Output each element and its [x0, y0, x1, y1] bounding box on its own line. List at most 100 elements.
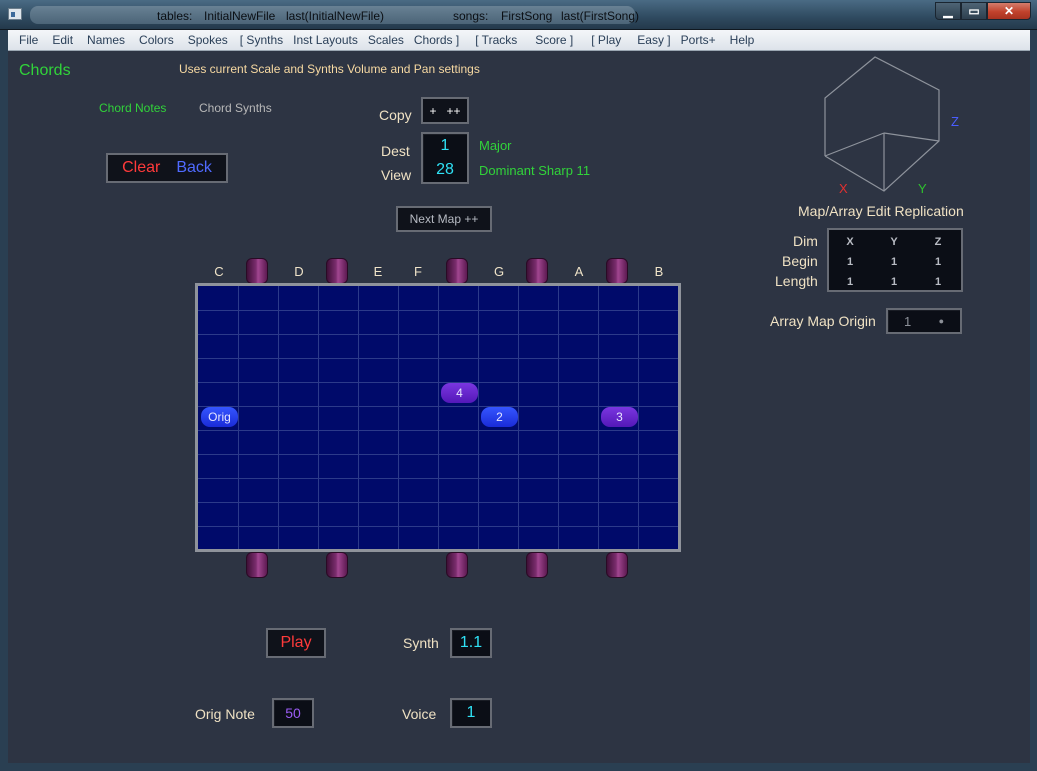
- grid-line: [238, 286, 239, 549]
- back-button[interactable]: Back: [176, 159, 212, 177]
- voice-field[interactable]: 1: [450, 698, 492, 728]
- length-x[interactable]: 1: [840, 276, 860, 288]
- begin-z[interactable]: 1: [928, 256, 948, 268]
- note-c: C: [214, 264, 224, 279]
- origin-dot-icon: ●: [938, 316, 944, 326]
- sharp-key-bottom[interactable]: [326, 552, 348, 578]
- grid-line: [318, 286, 319, 549]
- dest-label: Dest: [381, 143, 410, 159]
- next-map-label: Next Map ++: [409, 212, 479, 226]
- sharp-key-bottom[interactable]: [246, 552, 268, 578]
- grid-line: [438, 286, 439, 549]
- begin-y[interactable]: 1: [884, 256, 904, 268]
- menu-ports[interactable]: Ports+: [676, 33, 721, 47]
- array-map-origin-label: Array Map Origin: [770, 313, 876, 329]
- play-button[interactable]: Play: [266, 628, 326, 658]
- window-titlebar: tables: InitialNewFile last(InitialNewFi…: [0, 0, 1037, 30]
- menu-synths[interactable]: [ Synths: [235, 33, 288, 47]
- replication-title: Map/Array Edit Replication: [798, 203, 964, 219]
- songs-last: last(FirstSong): [561, 9, 640, 23]
- clear-back-group: Clear Back: [106, 153, 228, 183]
- tables-label: tables:: [157, 9, 193, 23]
- sharp-key-top[interactable]: [246, 258, 268, 284]
- menu-easy[interactable]: Easy ]: [632, 33, 675, 47]
- length-z[interactable]: 1: [928, 276, 948, 288]
- menu-score[interactable]: Score ]: [530, 33, 578, 47]
- menu-names[interactable]: Names: [82, 33, 130, 47]
- sharp-key-bottom[interactable]: [606, 552, 628, 578]
- synth-field[interactable]: 1.1: [450, 628, 492, 658]
- copy-button[interactable]: + ++: [421, 97, 469, 124]
- dest-value[interactable]: 1: [441, 134, 450, 158]
- maximize-button[interactable]: ▭: [961, 2, 987, 20]
- replication-table: X Y Z 1 1 1 1 1 1: [827, 228, 963, 292]
- sharp-key-top[interactable]: [606, 258, 628, 284]
- sharp-key-top[interactable]: [446, 258, 468, 284]
- dim-label: Dim: [793, 233, 818, 249]
- page-title: Chords: [19, 62, 71, 79]
- menu-spokes[interactable]: Spokes: [183, 33, 233, 47]
- tables-value: InitialNewFile: [204, 9, 276, 23]
- grid-line: [358, 286, 359, 549]
- tab-chord-synths[interactable]: Chord Synths: [199, 101, 272, 115]
- window-frame-left: [0, 30, 8, 771]
- orig-note-label: Orig Note: [195, 706, 255, 722]
- sharp-key-top[interactable]: [526, 258, 548, 284]
- app-icon: [8, 8, 22, 20]
- window-frame-right: [1030, 30, 1037, 771]
- begin-label: Begin: [782, 253, 818, 269]
- grid-line: [398, 286, 399, 549]
- page-subtitle: Uses current Scale and Synths Volume and…: [179, 62, 480, 76]
- menu-inst-layouts[interactable]: Inst Layouts: [288, 33, 363, 47]
- tab-chord-notes[interactable]: Chord Notes: [99, 101, 166, 115]
- col-y-header: Y: [890, 236, 898, 248]
- array-map-origin-value: 1: [904, 313, 912, 329]
- length-label: Length: [775, 273, 818, 289]
- view-value[interactable]: 28: [436, 158, 454, 182]
- sharp-key-top[interactable]: [326, 258, 348, 284]
- chord-chip-2[interactable]: 2: [481, 407, 518, 427]
- note-d: D: [294, 264, 304, 279]
- begin-x[interactable]: 1: [840, 256, 860, 268]
- grid-line: [518, 286, 519, 549]
- col-x-header: X: [846, 236, 854, 248]
- array-map-origin-field[interactable]: 1 ●: [886, 308, 962, 334]
- tables-last: last(InitialNewFile): [286, 9, 385, 23]
- menu-scales[interactable]: Scales: [363, 33, 409, 47]
- chord-chip-4[interactable]: 4: [441, 383, 478, 403]
- chord-chip-3[interactable]: 3: [601, 407, 638, 427]
- close-button[interactable]: ✕: [987, 2, 1031, 20]
- menu-edit[interactable]: Edit: [47, 33, 78, 47]
- menu-play[interactable]: [ Play: [586, 33, 626, 47]
- orig-note-field[interactable]: 50: [272, 698, 314, 728]
- sharp-key-bottom[interactable]: [446, 552, 468, 578]
- note-f: F: [414, 264, 422, 279]
- chord-note-grid[interactable]: Orig 2 3 4: [195, 283, 681, 552]
- axis-z-label: Z: [951, 114, 959, 129]
- grid-line: [478, 286, 479, 549]
- songs-value: FirstSong: [501, 9, 553, 23]
- sharp-key-bottom[interactable]: [526, 552, 548, 578]
- menu-chords[interactable]: Chords ]: [409, 33, 464, 47]
- clear-button[interactable]: Clear: [122, 159, 160, 177]
- menu-colors[interactable]: Colors: [134, 33, 179, 47]
- voice-label: Voice: [402, 706, 437, 722]
- window-frame-bottom: [0, 763, 1037, 771]
- grid-line: [278, 286, 279, 549]
- dest-view-box: 1 28: [421, 132, 469, 184]
- axes-3d-icon: [824, 56, 940, 192]
- view-chord-name: Dominant Sharp 11: [479, 163, 591, 178]
- note-b: B: [654, 264, 664, 279]
- length-y[interactable]: 1: [884, 276, 904, 288]
- note-e: E: [373, 264, 383, 279]
- menu-tracks[interactable]: [ Tracks: [470, 33, 522, 47]
- next-map-button[interactable]: Next Map ++: [396, 206, 492, 232]
- menu-bar: File Edit Names Colors Spokes [ Synths I…: [8, 30, 1030, 51]
- dest-chord-name: Major: [479, 138, 512, 153]
- menu-file[interactable]: File: [14, 33, 43, 47]
- grid-line: [638, 286, 639, 549]
- chord-chip-orig[interactable]: Orig: [201, 407, 238, 427]
- copy-label: Copy: [379, 107, 412, 123]
- minimize-button[interactable]: ▁: [935, 2, 961, 20]
- menu-help[interactable]: Help: [725, 33, 760, 47]
